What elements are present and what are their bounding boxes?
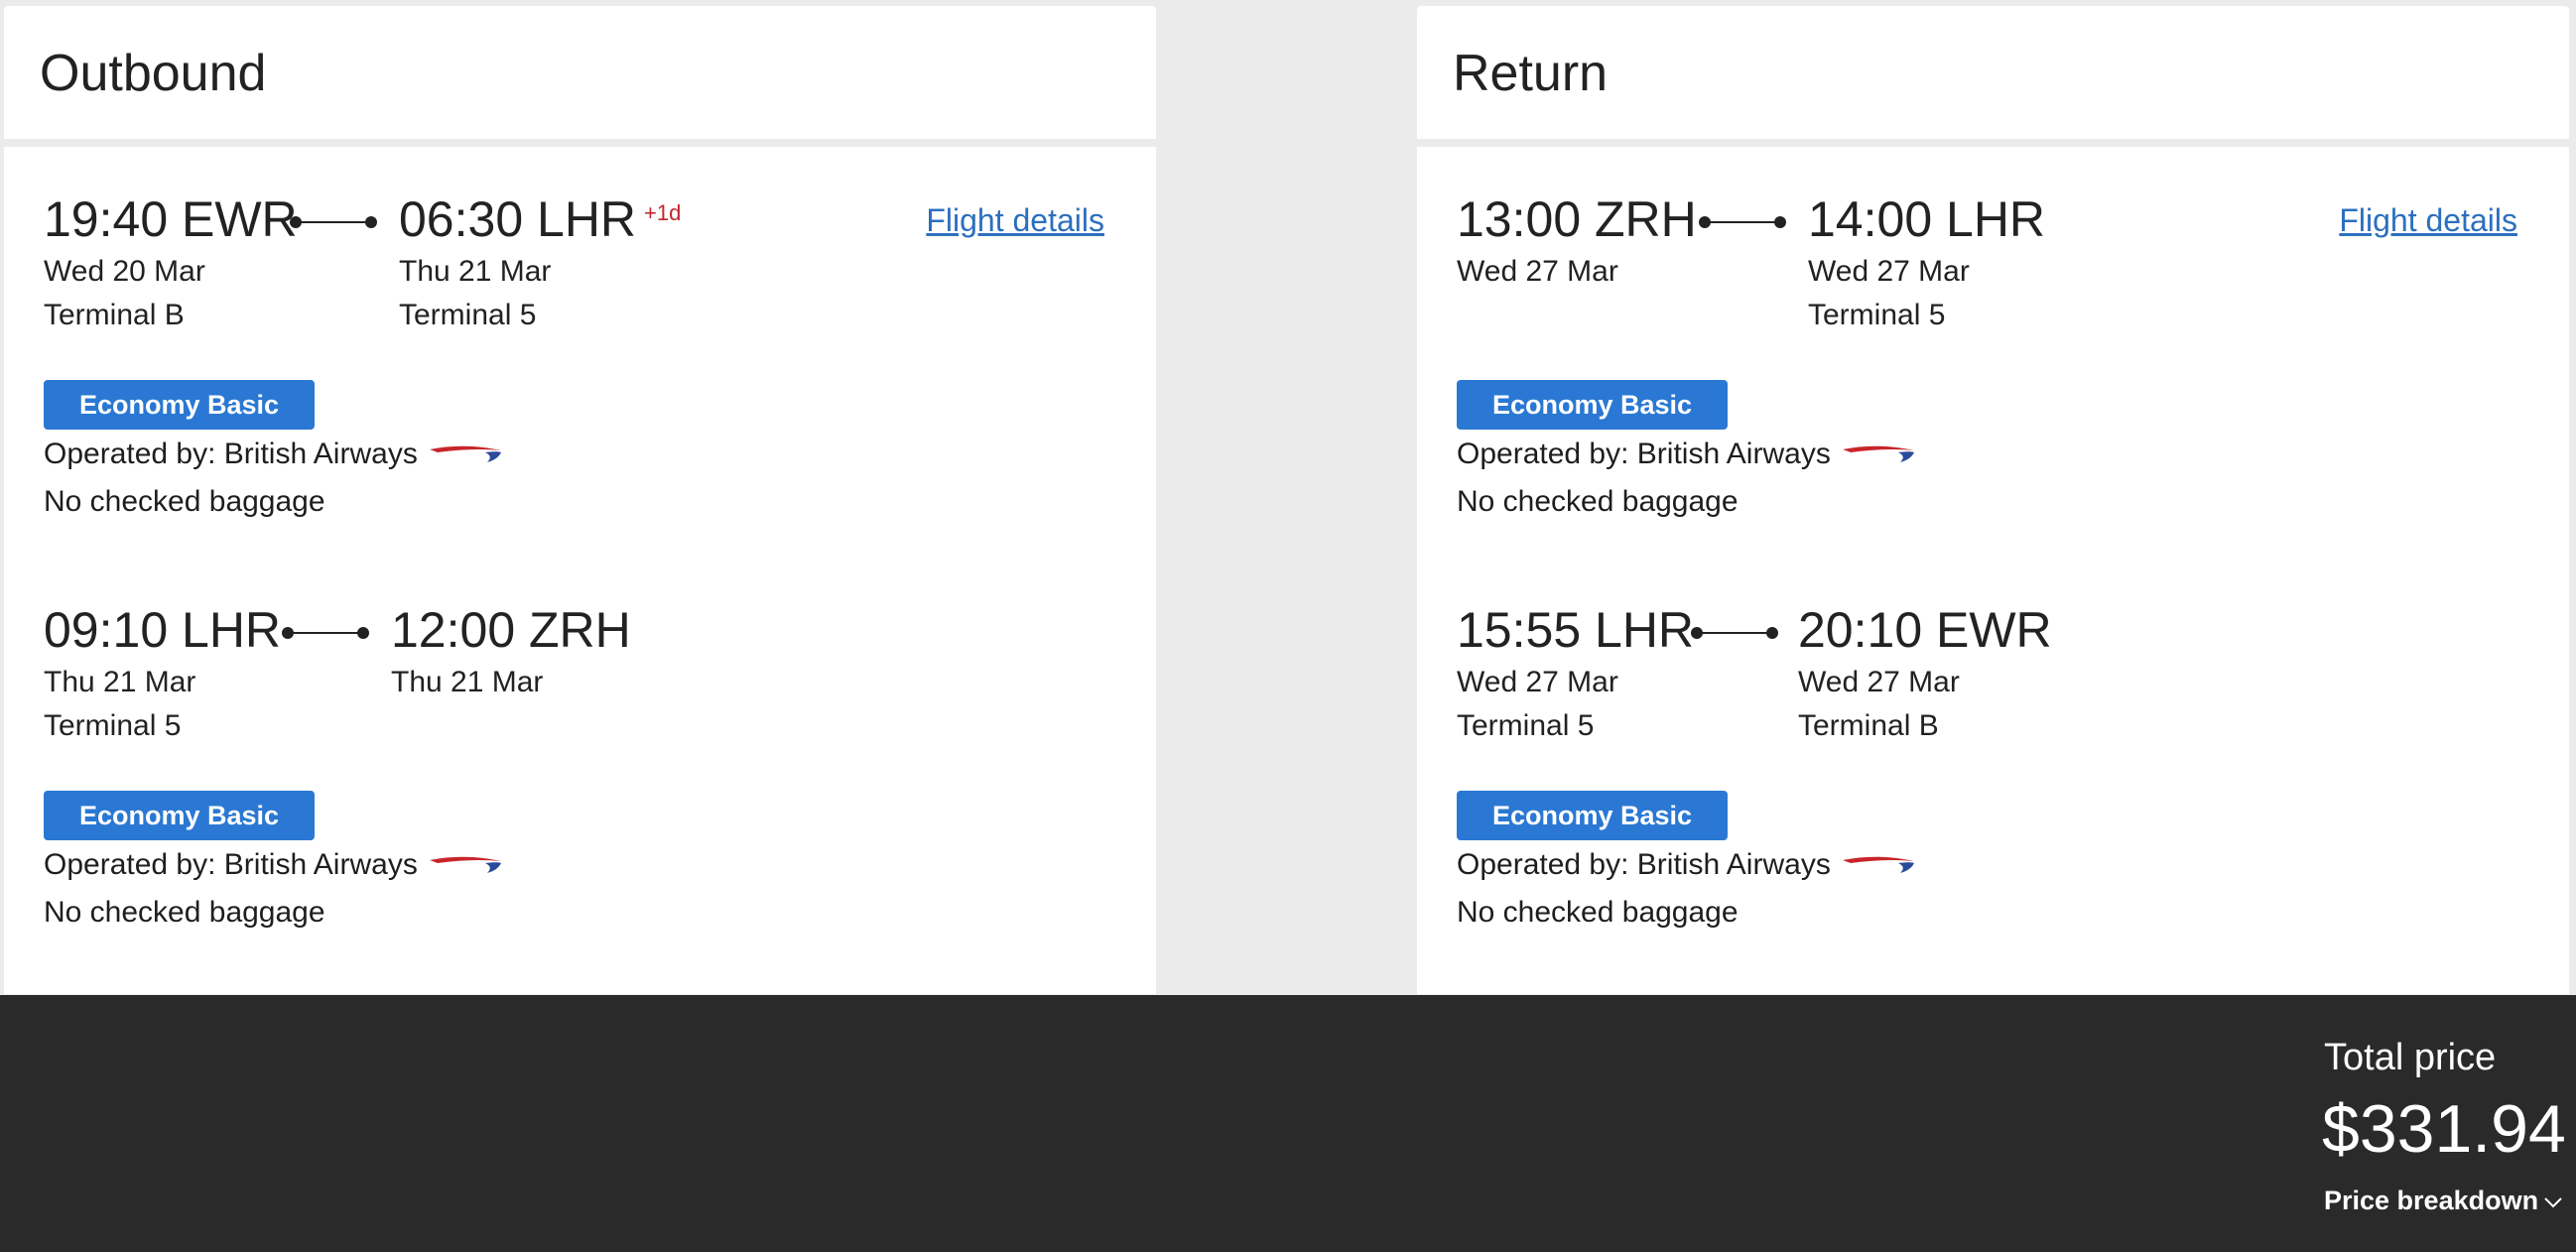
cabin-class-badge: Economy Basic	[44, 791, 316, 840]
outbound-title: Outbound	[40, 45, 267, 102]
departure-time: 13:00 ZRH	[1457, 191, 1697, 247]
cabin-class-badge: Economy Basic	[44, 380, 316, 430]
departure-date: Wed 27 Mar	[1457, 666, 1618, 698]
arrival: 20:10 EWR Wed 27 Mar Terminal B	[1798, 599, 2052, 748]
departure-date: Thu 21 Mar	[44, 666, 196, 698]
british-airways-speedmarque-icon	[1842, 856, 1914, 874]
cabin-class-badge: Economy Basic	[1457, 791, 1729, 840]
departure-time: 19:40 EWR	[44, 191, 298, 247]
departure-terminal: Terminal 5	[44, 709, 182, 742]
arrival: 06:30 LHR +1d Thu 21 Mar Terminal 5	[399, 188, 681, 337]
price-footer: Total price $331.94 Price breakdown	[0, 995, 2576, 1252]
departure: 13:00 ZRH Wed 27 Mar	[1457, 188, 1697, 294]
departure-time: 15:55 LHR	[1457, 602, 1695, 658]
arrival-terminal: Terminal 5	[399, 299, 537, 331]
british-airways-speedmarque-icon	[429, 856, 501, 874]
total-price-value: $331.94	[2322, 1091, 2566, 1167]
baggage-info: No checked baggage	[44, 896, 325, 929]
departure: 09:10 LHR Thu 21 Mar Terminal 5	[44, 599, 281, 748]
chevron-down-icon	[2544, 1197, 2562, 1208]
price-breakdown-label: Price breakdown	[2324, 1186, 2539, 1215]
arrival-time: 14:00 LHR	[1808, 191, 2046, 247]
arrival-date: Thu 21 Mar	[391, 666, 544, 698]
arrival-date: Thu 21 Mar	[399, 255, 552, 288]
return-header: Return	[1417, 6, 2569, 139]
return-flight-details-link[interactable]: Flight details	[2339, 202, 2517, 239]
route-connector	[1699, 216, 1786, 228]
route-connector	[282, 627, 369, 639]
arrival-terminal: Terminal B	[1798, 709, 1939, 742]
operated-by: Operated by: British Airways	[44, 843, 501, 887]
operated-by-text: Operated by: British Airways	[1457, 848, 1831, 881]
baggage-info: No checked baggage	[1457, 896, 1739, 929]
outbound-flight-details-link[interactable]: Flight details	[926, 202, 1104, 239]
operated-by-text: Operated by: British Airways	[1457, 438, 1831, 470]
route-connector	[290, 216, 377, 228]
departure-date: Wed 27 Mar	[1457, 255, 1618, 288]
plus-day-badge: +1d	[644, 200, 682, 225]
return-flights: Flight details 13:00 ZRH Wed 27 Mar 14:0…	[1417, 147, 2569, 994]
baggage-info: No checked baggage	[1457, 485, 1739, 518]
route-connector	[1691, 627, 1778, 639]
operated-by-text: Operated by: British Airways	[44, 438, 418, 470]
outbound-column: Outbound Flight details 19:40 EWR Wed 20…	[4, 0, 1156, 994]
departure: 15:55 LHR Wed 27 Mar Terminal 5	[1457, 599, 1694, 748]
operated-by: Operated by: British Airways	[1457, 433, 1914, 476]
arrival-date: Wed 27 Mar	[1798, 666, 1960, 698]
arrival-time: 12:00 ZRH	[391, 602, 631, 658]
arrival-time: 06:30 LHR	[399, 191, 637, 247]
departure-time: 09:10 LHR	[44, 602, 282, 658]
british-airways-speedmarque-icon	[1842, 445, 1914, 463]
outbound-header: Outbound	[4, 6, 1156, 139]
operated-by-text: Operated by: British Airways	[44, 848, 418, 881]
arrival-terminal: Terminal 5	[1808, 299, 1946, 331]
british-airways-speedmarque-icon	[429, 445, 501, 463]
arrival: 14:00 LHR Wed 27 Mar Terminal 5	[1808, 188, 2045, 337]
departure: 19:40 EWR Wed 20 Mar Terminal B	[44, 188, 298, 337]
operated-by: Operated by: British Airways	[1457, 843, 1914, 887]
baggage-info: No checked baggage	[44, 485, 325, 518]
arrival-time: 20:10 EWR	[1798, 602, 2052, 658]
departure-terminal: Terminal B	[44, 299, 185, 331]
arrival: 12:00 ZRH Thu 21 Mar	[391, 599, 631, 704]
arrival-date: Wed 27 Mar	[1808, 255, 1970, 288]
cabin-class-badge: Economy Basic	[1457, 380, 1729, 430]
total-price-label: Total price	[2324, 1037, 2497, 1078]
departure-terminal: Terminal 5	[1457, 709, 1595, 742]
outbound-flights: Flight details 19:40 EWR Wed 20 Mar Term…	[4, 147, 1156, 994]
departure-date: Wed 20 Mar	[44, 255, 205, 288]
return-title: Return	[1453, 45, 1609, 102]
return-column: Return Flight details 13:00 ZRH Wed 27 M…	[1417, 0, 2569, 994]
price-breakdown-toggle[interactable]: Price breakdown	[2324, 1186, 2562, 1216]
operated-by: Operated by: British Airways	[44, 433, 501, 476]
